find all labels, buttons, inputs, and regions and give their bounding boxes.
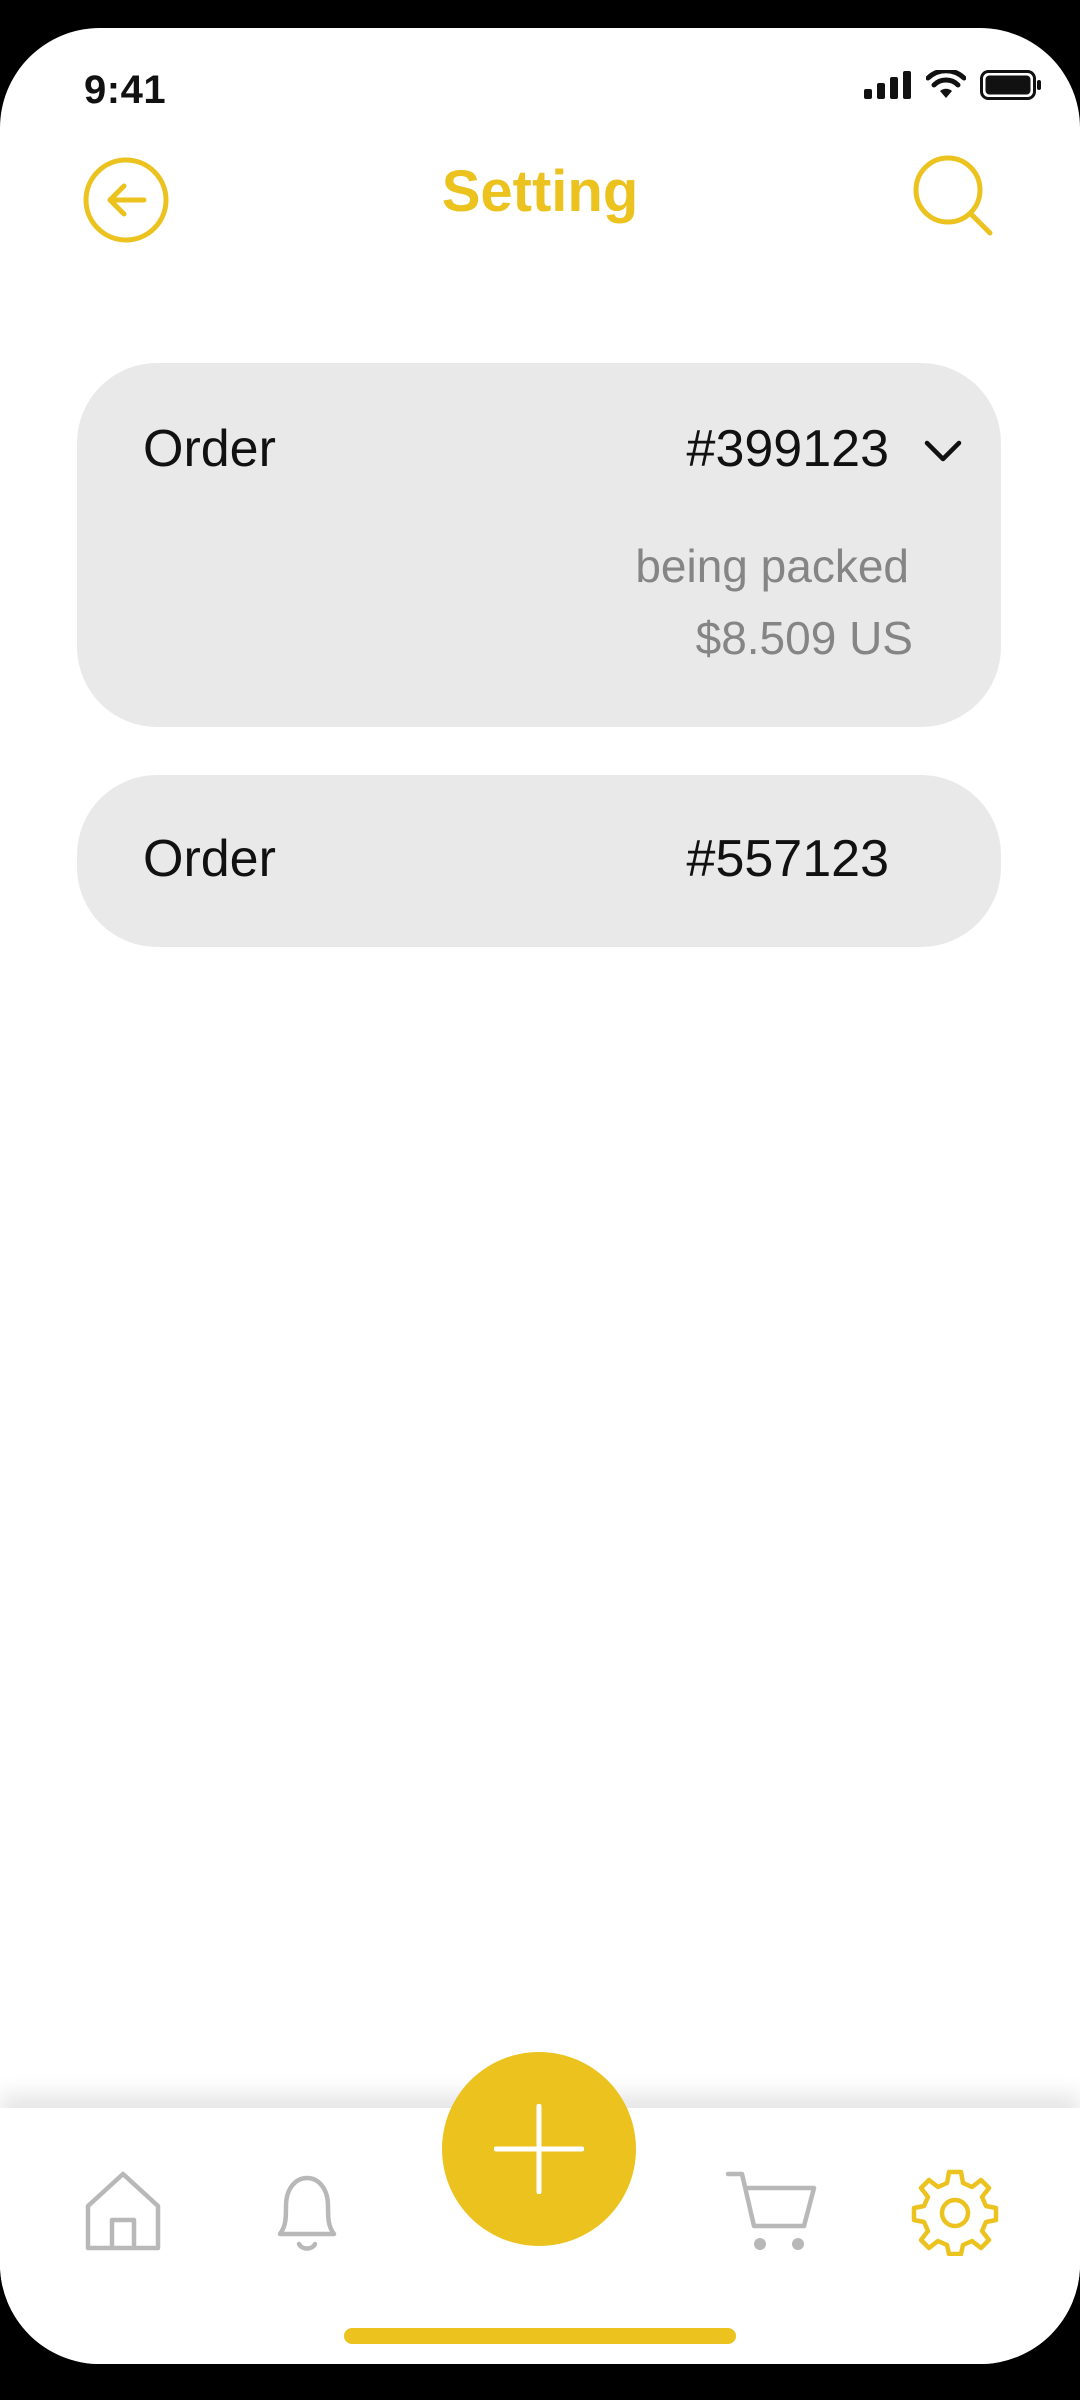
battery-icon [980,70,1041,100]
order-status: being packed [635,540,909,592]
search-button[interactable] [912,154,994,236]
nav-cart[interactable] [724,2166,817,2256]
nav-settings[interactable] [910,2166,1000,2257]
signal-icon [864,71,911,99]
home-indicator [344,2328,736,2344]
order-label: Order [143,830,276,888]
nav-notifications[interactable] [262,2166,352,2256]
nav-home[interactable] [78,2166,168,2256]
bell-icon [277,2175,337,2251]
order-card[interactable]: Order #557123 [77,775,1001,947]
plus-icon [494,2104,584,2194]
status-time: 9:41 [84,68,167,112]
order-price: $8.509 US [695,612,913,664]
cart-icon [725,2171,817,2250]
wifi-icon [926,70,966,98]
gear-icon [911,2169,999,2257]
order-number: #399123 [686,420,889,478]
chevron-down-icon[interactable] [921,429,965,473]
search-icon [913,155,993,236]
add-button[interactable] [442,2052,636,2246]
order-card[interactable]: Order #399123 being packed $8.509 US [77,363,1001,727]
order-number: #557123 [686,830,889,888]
status-icons [864,70,1042,100]
order-label: Order [143,420,276,478]
home-icon [85,2171,161,2251]
phone-screen: 9:41 Setting Order #399123 being packed … [0,28,1080,2364]
